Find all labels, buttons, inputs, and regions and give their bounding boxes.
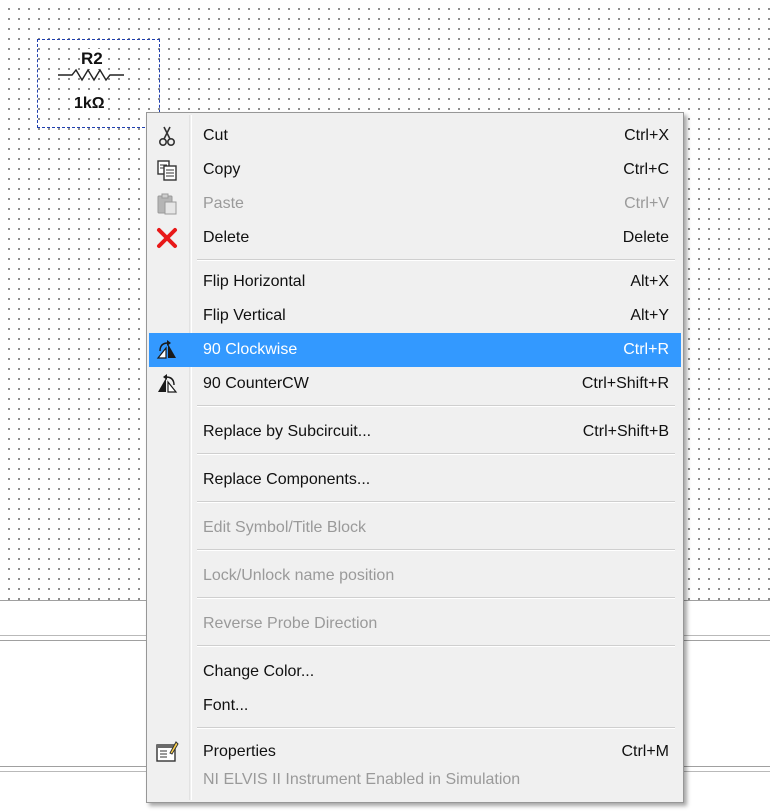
menu-item-label: Replace by Subcircuit... (203, 423, 372, 440)
menu-item-label: Paste (203, 195, 244, 212)
rotate-counterclockwise-icon (155, 372, 179, 396)
menu-item-copy[interactable]: Copy Ctrl+C (149, 153, 681, 187)
menu-item-label: NI ELVIS II Instrument Enabled in Simula… (203, 771, 521, 788)
menu-item-label: Flip Vertical (203, 307, 286, 324)
component-ref-label: R2 (81, 49, 103, 69)
menu-item-label: 90 CounterCW (203, 375, 309, 392)
menu-separator (197, 501, 675, 503)
menu-item-label: Font... (203, 697, 249, 714)
menu-item-flip-horizontal[interactable]: Flip Horizontal Alt+X (149, 265, 681, 299)
menu-item-shortcut: Ctrl+R (623, 341, 669, 358)
menu-item-font[interactable]: Font... (149, 689, 681, 723)
menu-item-label: Flip Horizontal (203, 273, 306, 290)
menu-item-delete[interactable]: Delete Delete (149, 221, 681, 255)
menu-item-ni-elvis-simulation[interactable]: NI ELVIS II Instrument Enabled in Simula… (149, 763, 681, 797)
menu-item-label: Delete (203, 229, 250, 246)
menu-item-label: 90 Clockwise (203, 341, 298, 358)
menu-item-shortcut: Ctrl+Shift+B (582, 423, 669, 440)
menu-item-paste[interactable]: Paste Ctrl+V (149, 187, 681, 221)
menu-item-shortcut: Alt+X (630, 273, 669, 290)
menu-separator (197, 453, 675, 455)
menu-item-label: Lock/Unlock name position (203, 567, 395, 584)
resistor-icon (58, 68, 124, 82)
menu-item-flip-vertical[interactable]: Flip Vertical Alt+Y (149, 299, 681, 333)
menu-item-shortcut: Ctrl+M (621, 743, 669, 760)
menu-item-cut[interactable]: Cut Ctrl+X (149, 119, 681, 153)
menu-item-shortcut: Ctrl+X (624, 127, 669, 144)
menu-item-label: Replace Components... (203, 471, 371, 488)
delete-x-icon (155, 226, 179, 250)
menu-item-reverse-probe-direction[interactable]: Reverse Probe Direction (149, 607, 681, 641)
component-value-label: 1kΩ (74, 95, 105, 113)
copy-icon (155, 158, 179, 182)
menu-item-change-color[interactable]: Change Color... (149, 655, 681, 689)
paste-icon (155, 192, 179, 216)
scissors-icon (155, 124, 179, 148)
menu-item-rotate-counterclockwise[interactable]: 90 CounterCW Ctrl+Shift+R (149, 367, 681, 401)
menu-item-label: Change Color... (203, 663, 315, 680)
menu-item-shortcut: Ctrl+Shift+R (581, 375, 669, 392)
menu-separator (197, 259, 675, 261)
menu-separator (197, 645, 675, 647)
menu-separator (197, 597, 675, 599)
menu-item-shortcut: Alt+Y (630, 307, 669, 324)
menu-item-lock-unlock-name-position[interactable]: Lock/Unlock name position (149, 559, 681, 593)
menu-item-label: Edit Symbol/Title Block (203, 519, 367, 536)
menu-item-label: Properties (203, 743, 276, 760)
resistor-component[interactable]: R2 1kΩ (37, 39, 160, 128)
menu-separator (197, 405, 675, 407)
menu-item-label: Copy (203, 161, 241, 178)
menu-separator (197, 727, 675, 729)
menu-item-shortcut: Delete (622, 229, 669, 246)
context-menu: Cut Ctrl+X Copy Ctrl+C Paste Ctrl+V Dele… (146, 112, 684, 803)
menu-item-rotate-clockwise[interactable]: 90 Clockwise Ctrl+R (149, 333, 681, 367)
menu-item-label: Cut (203, 127, 228, 144)
menu-item-replace-by-subcircuit[interactable]: Replace by Subcircuit... Ctrl+Shift+B (149, 415, 681, 449)
rotate-clockwise-icon (155, 338, 179, 362)
menu-item-replace-components[interactable]: Replace Components... (149, 463, 681, 497)
menu-separator (197, 549, 675, 551)
menu-item-edit-symbol-title-block[interactable]: Edit Symbol/Title Block (149, 511, 681, 545)
properties-icon (155, 740, 179, 764)
menu-item-shortcut: Ctrl+C (623, 161, 669, 178)
menu-item-shortcut: Ctrl+V (624, 195, 669, 212)
menu-item-label: Reverse Probe Direction (203, 615, 378, 632)
